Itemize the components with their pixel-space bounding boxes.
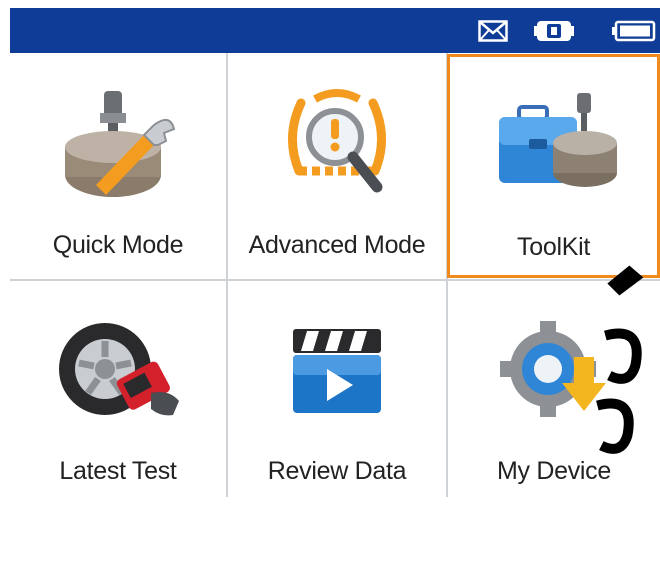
battery-icon: [612, 8, 656, 53]
tile-review-data[interactable]: Review Data: [228, 281, 446, 497]
tire-tool-icon: [55, 319, 181, 428]
tile-advanced-mode[interactable]: Advanced Mode: [228, 53, 446, 279]
status-bar: [10, 8, 660, 53]
tile-quick-mode[interactable]: Quick Mode: [10, 53, 226, 279]
tile-label: Quick Mode: [52, 231, 184, 259]
toolbox-sensor-icon: [489, 93, 619, 198]
tpms-sensor-wrench-icon: [58, 85, 178, 206]
tpms-warning-magnifier-icon: [275, 87, 399, 206]
screen: Quick Mode Advanced Mode ToolKit Latest …: [0, 0, 660, 497]
tile-label: Review Data: [267, 457, 407, 485]
clapperboard-play-icon: [289, 325, 385, 422]
tile-label: Latest Test: [59, 457, 177, 485]
tile-toolkit[interactable]: ToolKit: [447, 54, 660, 278]
mail-icon: [478, 8, 508, 53]
vehicle-communication-icon: [534, 8, 574, 53]
tile-latest-test[interactable]: Latest Test: [10, 281, 226, 497]
tile-label: Advanced Mode: [248, 231, 426, 259]
